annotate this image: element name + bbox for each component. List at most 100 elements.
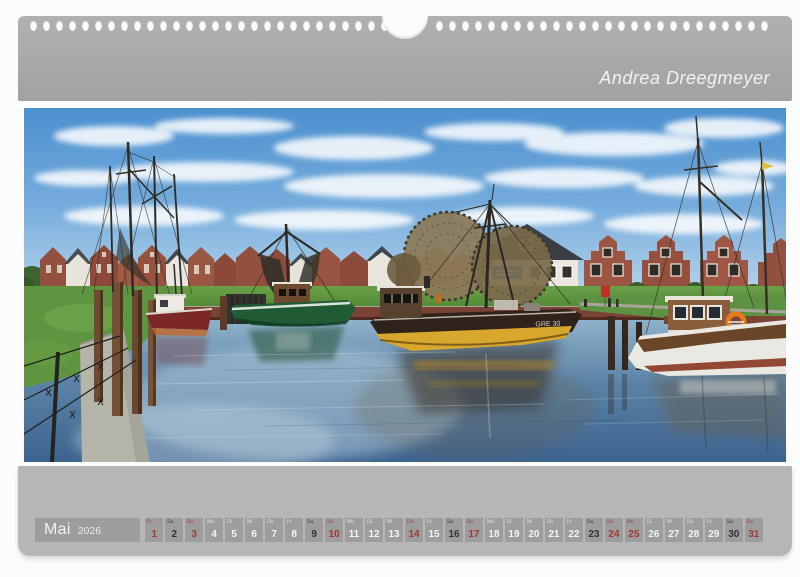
- day-number: 19: [505, 529, 523, 540]
- binding-hole: [277, 20, 284, 31]
- binding-hole: [592, 20, 599, 31]
- day-weekday-label: Mo.: [207, 519, 215, 525]
- binding-hole: [342, 20, 349, 31]
- day-number: 29: [705, 529, 723, 540]
- day-cell-28: Do.28: [685, 518, 703, 542]
- binding-hole: [355, 20, 362, 31]
- day-weekday-label: Do.: [687, 519, 695, 525]
- day-cell-20: Mi. 20: [525, 518, 543, 542]
- binding-hole: [30, 20, 37, 31]
- binding-hole: [540, 20, 547, 31]
- binding-hole: [95, 20, 102, 31]
- binding-hole: [160, 20, 167, 31]
- day-weekday-label: So.: [607, 519, 615, 525]
- binding-hole: [303, 20, 310, 31]
- day-number: 5: [225, 529, 243, 540]
- day-number: 23: [585, 529, 603, 540]
- day-number: 10: [325, 529, 343, 540]
- day-number: 30: [725, 529, 743, 540]
- day-number: 17: [465, 529, 483, 540]
- binding-hole: [488, 20, 495, 31]
- calendar-page: Andrea Dreegmeyer: [0, 0, 800, 577]
- month-label-box: Mai 2026: [35, 518, 140, 542]
- binding-hole: [290, 20, 297, 31]
- day-number: 27: [665, 529, 683, 540]
- day-cell-10: So. 10: [325, 518, 343, 542]
- day-weekday-label: Mi.: [527, 519, 534, 525]
- binding-hole: [696, 20, 703, 31]
- day-cell-19: Di. 19: [505, 518, 523, 542]
- day-weekday-label: Di.: [507, 519, 513, 525]
- day-number: 13: [385, 529, 403, 540]
- day-cell-12: Di.12: [365, 518, 383, 542]
- binding-hole: [199, 20, 206, 31]
- binding-hole: [722, 20, 729, 31]
- day-cell-13: Mi. 13: [385, 518, 403, 542]
- day-weekday-label: Fr.: [427, 519, 433, 525]
- binding-hole: [329, 20, 336, 31]
- binding-hole: [108, 20, 115, 31]
- binding-hole: [670, 20, 677, 31]
- day-number: 11: [345, 529, 363, 540]
- calendar-footer-band: Mai 2026 Fr.1Sa.2So.3Mo.4Di.5Mi.6Do.7Fr.…: [18, 466, 792, 556]
- day-cell-26: Di.26: [645, 518, 663, 542]
- day-weekday-label: Mi.: [247, 519, 254, 525]
- day-cell-18: Mo.18: [485, 518, 503, 542]
- binding-hole: [566, 20, 573, 31]
- binding-hole: [238, 20, 245, 31]
- day-number: 2: [165, 529, 183, 540]
- day-cell-31: So.31: [745, 518, 763, 542]
- day-strip: Fr.1Sa.2So.3Mo.4Di.5Mi.6Do.7Fr.8Sa.9So.1…: [145, 518, 763, 542]
- binding-hole: [462, 20, 469, 31]
- binding-hole: [761, 20, 768, 31]
- binding-hole: [251, 20, 258, 31]
- binding-hole: [709, 20, 716, 31]
- day-cell-21: Do.21: [545, 518, 563, 542]
- day-weekday-label: Do.: [547, 519, 555, 525]
- binding-hole: [501, 20, 508, 31]
- binding-hole: [316, 20, 323, 31]
- day-weekday-label: Fr.: [567, 519, 573, 525]
- day-number: 31: [745, 529, 763, 540]
- day-weekday-label: Do.: [407, 519, 415, 525]
- day-weekday-label: Mo.: [347, 519, 355, 525]
- day-weekday-label: Fr.: [147, 519, 153, 525]
- day-number: 25: [625, 529, 643, 540]
- day-cell-17: So.17: [465, 518, 483, 542]
- day-number: 6: [245, 529, 263, 540]
- day-weekday-label: So.: [327, 519, 335, 525]
- day-cell-15: Fr.15: [425, 518, 443, 542]
- binding-hole: [368, 20, 375, 31]
- binding-hole: [82, 20, 89, 31]
- day-cell-7: Do.7: [265, 518, 283, 542]
- day-number: 7: [265, 529, 283, 540]
- day-cell-9: Sa.9: [305, 518, 323, 542]
- day-weekday-label: Fr.: [707, 519, 713, 525]
- day-number: 22: [565, 529, 583, 540]
- binding-hole: [657, 20, 664, 31]
- binding-hole: [186, 20, 193, 31]
- month-name: Mai: [44, 518, 71, 542]
- binding-hole: [43, 20, 50, 31]
- day-number: 12: [365, 529, 383, 540]
- day-weekday-label: Sa.: [727, 519, 735, 525]
- binding-hole: [436, 20, 443, 31]
- author-name: Andrea Dreegmeyer: [599, 68, 770, 89]
- day-weekday-label: Mi.: [387, 519, 394, 525]
- binding-hole: [69, 20, 76, 31]
- day-weekday-label: Fr.: [287, 519, 293, 525]
- binding-hole: [173, 20, 180, 31]
- day-number: 20: [525, 529, 543, 540]
- binding-hole: [212, 20, 219, 31]
- binding-hole: [579, 20, 586, 31]
- day-cell-6: Mi. 6: [245, 518, 263, 542]
- day-weekday-label: Di.: [647, 519, 653, 525]
- day-cell-27: Mi.27: [665, 518, 683, 542]
- day-number: 14: [405, 529, 423, 540]
- binding-hole: [748, 20, 755, 31]
- binding-hole: [683, 20, 690, 31]
- day-weekday-label: So.: [187, 519, 195, 525]
- year-label: 2026: [78, 525, 101, 537]
- day-cell-24: So.24: [605, 518, 623, 542]
- day-weekday-label: Mo.: [487, 519, 495, 525]
